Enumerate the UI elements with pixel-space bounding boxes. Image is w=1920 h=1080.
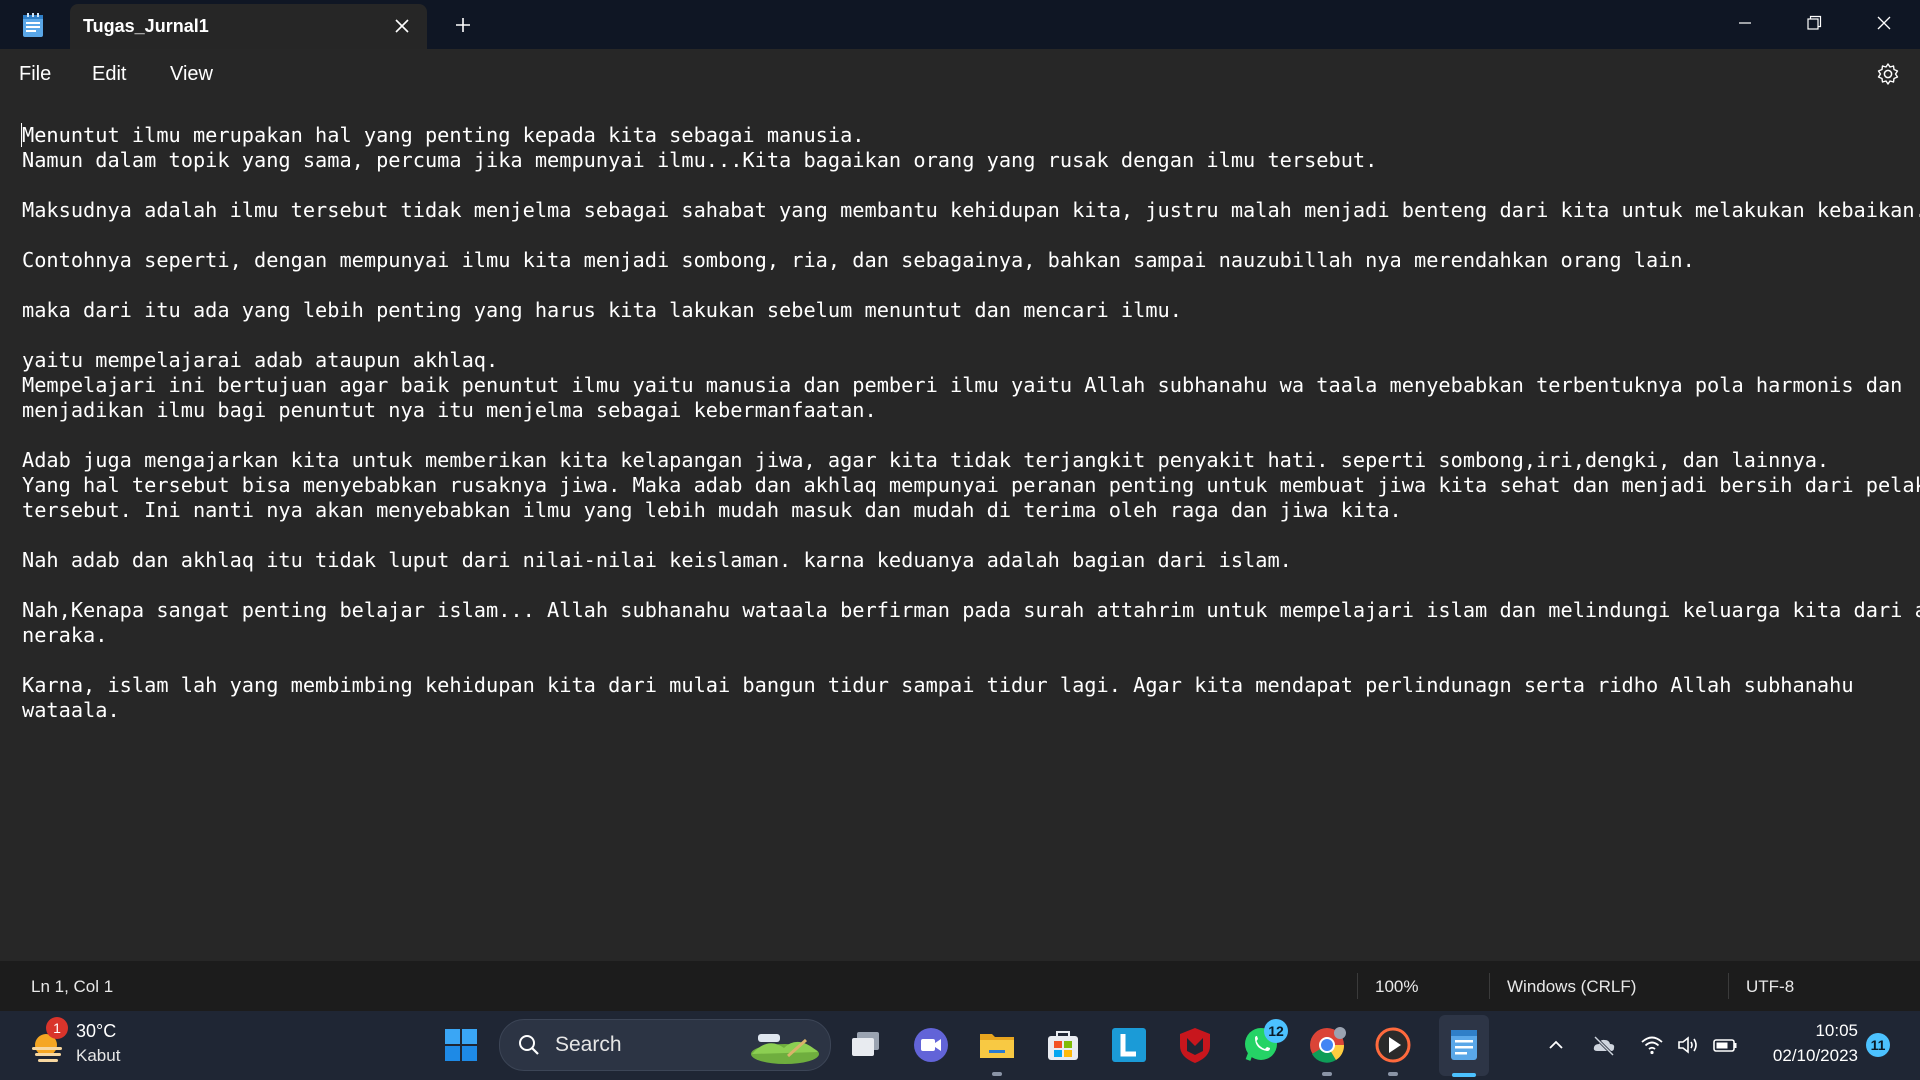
search-box[interactable]: Search: [499, 1019, 831, 1071]
search-icon: [519, 1035, 539, 1055]
volume-icon[interactable]: [1675, 1032, 1701, 1058]
menu-view[interactable]: View: [164, 61, 219, 88]
weather-temperature: 30°C: [76, 1021, 117, 1041]
editor-content[interactable]: Menuntut ilmu merupakan hal yang penting…: [22, 123, 1920, 723]
l-app-icon[interactable]: [1108, 1024, 1150, 1066]
notepad-icon: [23, 13, 43, 37]
windows-start-icon[interactable]: [440, 1024, 482, 1066]
store-icon[interactable]: [1042, 1024, 1084, 1066]
taskbar: 1 30°C Kabut Search 12 10:05 02/10/2023 …: [0, 1011, 1920, 1080]
clock-time: 10:05: [1815, 1021, 1858, 1040]
search-highlight-icon: [751, 1034, 819, 1064]
notification-badge[interactable]: 11: [1866, 1033, 1890, 1057]
wifi-icon[interactable]: [1639, 1032, 1665, 1058]
play-icon[interactable]: [1372, 1024, 1414, 1066]
plus-icon[interactable]: [450, 12, 476, 38]
clock-date: 02/10/2023: [1772, 1046, 1858, 1065]
search-label: Search: [555, 1033, 622, 1056]
battery-icon[interactable]: [1712, 1032, 1738, 1058]
chevron-up-icon[interactable]: [1543, 1032, 1569, 1058]
folder-icon[interactable]: [976, 1024, 1018, 1066]
status-divider: [1728, 973, 1729, 999]
document-tab[interactable]: Tugas_Jurnal1: [70, 4, 427, 49]
close-icon[interactable]: [1856, 6, 1912, 40]
menu-file[interactable]: File: [13, 61, 57, 88]
title-bar: Tugas_Jurnal1: [0, 0, 1920, 49]
onedrive-offline-icon[interactable]: [1591, 1032, 1617, 1058]
mcafee-shield-icon[interactable]: [1174, 1024, 1216, 1066]
running-indicator: [1388, 1072, 1398, 1076]
zoom-level[interactable]: 100%: [1375, 977, 1418, 997]
task-view-icon[interactable]: [845, 1024, 887, 1066]
restore-icon[interactable]: [1785, 6, 1841, 40]
status-divider: [1357, 973, 1358, 999]
menu-edit[interactable]: Edit: [86, 61, 132, 88]
menu-bar: File Edit View: [0, 49, 1920, 99]
weather-badge: 1: [46, 1017, 68, 1039]
line-ending[interactable]: Windows (CRLF): [1507, 977, 1636, 997]
text-editor[interactable]: Menuntut ilmu merupakan hal yang penting…: [0, 99, 1920, 961]
running-indicator: [992, 1072, 1002, 1076]
minimize-icon[interactable]: [1717, 6, 1773, 40]
encoding[interactable]: UTF-8: [1746, 977, 1794, 997]
notepad-icon[interactable]: [1443, 1024, 1485, 1066]
running-indicator: [1322, 1072, 1332, 1076]
cursor-position: Ln 1, Col 1: [31, 977, 114, 996]
chrome-icon[interactable]: [1306, 1024, 1348, 1066]
status-divider: [1489, 973, 1490, 999]
weather-description: Kabut: [76, 1046, 121, 1065]
whatsapp-badge: 12: [1264, 1019, 1288, 1043]
tab-title: Tugas_Jurnal1: [83, 16, 209, 36]
active-indicator: [1452, 1073, 1476, 1077]
video-chat-icon[interactable]: [910, 1024, 952, 1066]
close-icon[interactable]: [389, 13, 415, 39]
status-bar: Ln 1, Col 1 100% Windows (CRLF) UTF-8: [0, 961, 1920, 1011]
gear-icon[interactable]: [1875, 61, 1901, 87]
